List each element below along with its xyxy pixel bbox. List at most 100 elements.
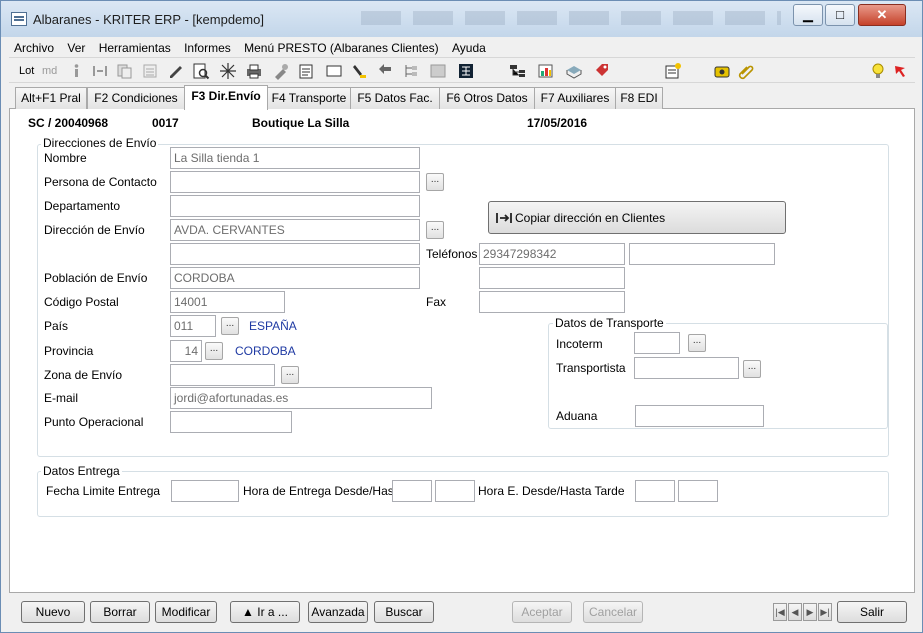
tag-icon[interactable] [593, 62, 611, 80]
menu-informes[interactable]: Informes [179, 38, 236, 55]
tarde-desde-field[interactable] [635, 480, 675, 502]
copy-address-label: Copiar dirección en Clientes [515, 211, 666, 225]
zona-lookup-button[interactable]: ... [281, 366, 299, 384]
highlighter-icon[interactable] [351, 62, 369, 80]
ir-a-button[interactable]: ▲ Ir a ... [230, 601, 300, 623]
calendar-star-icon[interactable] [664, 62, 682, 80]
preview-icon[interactable] [192, 62, 210, 80]
tab-dir-envio[interactable]: F3 Dir.Envío [184, 85, 268, 110]
arrow-icon[interactable] [377, 62, 395, 80]
print-icon[interactable] [245, 62, 263, 80]
borrar-button[interactable]: Borrar [90, 601, 150, 623]
minimize-button[interactable]: ▁ [793, 4, 823, 26]
lightbulb-icon[interactable] [869, 62, 887, 80]
telefono1-field[interactable]: 29347298342 [479, 243, 625, 265]
nombre-field[interactable]: La Silla tienda 1 [170, 147, 420, 169]
help-icon[interactable] [892, 62, 910, 80]
menu-bar: Archivo Ver Herramientas Informes Menú P… [9, 38, 915, 58]
incoterm-lookup-button[interactable]: ... [688, 334, 706, 352]
provincia-lookup-button[interactable]: ... [205, 342, 223, 360]
telefono2-field[interactable] [629, 243, 775, 265]
book-icon[interactable] [565, 62, 583, 80]
contacto-label: Persona de Contacto [44, 175, 157, 189]
close-button[interactable]: ✕ [858, 4, 906, 26]
tab-transporte[interactable]: F4 Transporte [267, 87, 351, 109]
grid-icon[interactable] [457, 62, 475, 80]
fecha-limite-field[interactable] [171, 480, 239, 502]
org-icon[interactable] [509, 62, 527, 80]
tab-principal[interactable]: Alt+F1 Pral [15, 87, 87, 109]
edit-icon[interactable] [167, 62, 185, 80]
nombre-label: Nombre [44, 151, 87, 165]
image-icon[interactable] [429, 62, 447, 80]
departamento-label: Departamento [44, 199, 121, 213]
email-label: E-mail [44, 391, 79, 405]
link-icon[interactable] [91, 62, 109, 80]
paperclip-icon[interactable] [737, 62, 755, 80]
lot-button[interactable]: Lot [19, 62, 34, 80]
cancelar-button[interactable]: Cancelar [583, 601, 643, 623]
punto-field[interactable] [170, 411, 292, 433]
direccion-field[interactable]: AVDA. CERVANTES [170, 219, 420, 241]
notepad-icon[interactable] [297, 62, 315, 80]
modificar-button[interactable]: Modificar [155, 601, 217, 623]
transportista-field[interactable] [634, 357, 739, 379]
info-icon[interactable] [67, 62, 85, 80]
menu-ver[interactable]: Ver [62, 38, 90, 55]
tab-auxiliares[interactable]: F7 Auxiliares [534, 87, 616, 109]
phone-icon[interactable] [713, 62, 731, 80]
prev-record-icon[interactable]: ◀ [788, 603, 802, 621]
avanzada-button[interactable]: Avanzada [308, 601, 368, 623]
hora-desde-field[interactable] [392, 480, 432, 502]
incoterm-field[interactable] [634, 332, 680, 354]
transportista-lookup-button[interactable]: ... [743, 360, 761, 378]
contacto-field[interactable] [170, 171, 420, 193]
contacto-lookup-button[interactable]: ... [426, 173, 444, 191]
title-bar[interactable]: Albaranes - KRITER ERP - [kempdemo] ▁ □ … [1, 1, 922, 37]
aduana-field[interactable] [635, 405, 764, 427]
zona-field[interactable] [170, 364, 275, 386]
direccion-lookup-button[interactable]: ... [426, 221, 444, 239]
tab-datos-fac[interactable]: F5 Datos Fac. [350, 87, 440, 109]
next-record-icon[interactable]: ▶ [803, 603, 817, 621]
poblacion-field[interactable]: CORDOBA [170, 267, 420, 289]
menu-herramientas[interactable]: Herramientas [94, 38, 176, 55]
tab-edi[interactable]: F8 EDI [615, 87, 663, 109]
tab-strip: Alt+F1 Pral F2 Condiciones F3 Dir.Envío … [9, 85, 915, 110]
menu-presto[interactable]: Menú PRESTO (Albaranes Clientes) [239, 38, 444, 55]
maximize-button[interactable]: □ [825, 4, 855, 26]
window-icon[interactable] [325, 62, 343, 80]
pais-code-field[interactable]: 011 [170, 315, 216, 337]
transport-legend: Datos de Transporte [553, 316, 666, 330]
tarde-hasta-field[interactable] [678, 480, 718, 502]
salir-button[interactable]: Salir [837, 601, 907, 623]
provincia-code-field[interactable]: 14 [170, 340, 202, 362]
buscar-button[interactable]: Buscar [374, 601, 434, 623]
cp-label: Código Postal [44, 295, 119, 309]
pais-lookup-button[interactable]: ... [221, 317, 239, 335]
aceptar-button[interactable]: Aceptar [512, 601, 572, 623]
sparkle-icon[interactable] [219, 62, 237, 80]
tab-otros-datos[interactable]: F6 Otros Datos [439, 87, 535, 109]
menu-archivo[interactable]: Archivo [9, 38, 59, 55]
hora-hasta-field[interactable] [435, 480, 475, 502]
copy-address-button[interactable]: Copiar dirección en Clientes [488, 201, 786, 234]
first-record-icon[interactable]: |◀ [773, 603, 787, 621]
email-field[interactable]: jordi@afortunadas.es [170, 387, 432, 409]
tree-icon[interactable] [402, 62, 420, 80]
copy-icon[interactable] [115, 62, 133, 80]
nuevo-button[interactable]: Nuevo [21, 601, 85, 623]
fax-field[interactable] [479, 291, 625, 313]
departamento-field[interactable] [170, 195, 420, 217]
cp-field[interactable]: 14001 [170, 291, 285, 313]
chart-icon[interactable] [537, 62, 555, 80]
tab-condiciones[interactable]: F2 Condiciones [87, 87, 185, 109]
list-icon[interactable] [141, 62, 159, 80]
tool-icon[interactable] [272, 62, 290, 80]
md-button[interactable]: md [42, 62, 57, 80]
last-record-icon[interactable]: ▶| [818, 603, 832, 621]
direccion2-field[interactable] [170, 243, 420, 265]
telefono3-field[interactable] [479, 267, 625, 289]
menu-ayuda[interactable]: Ayuda [447, 38, 491, 55]
app-icon [11, 12, 27, 26]
